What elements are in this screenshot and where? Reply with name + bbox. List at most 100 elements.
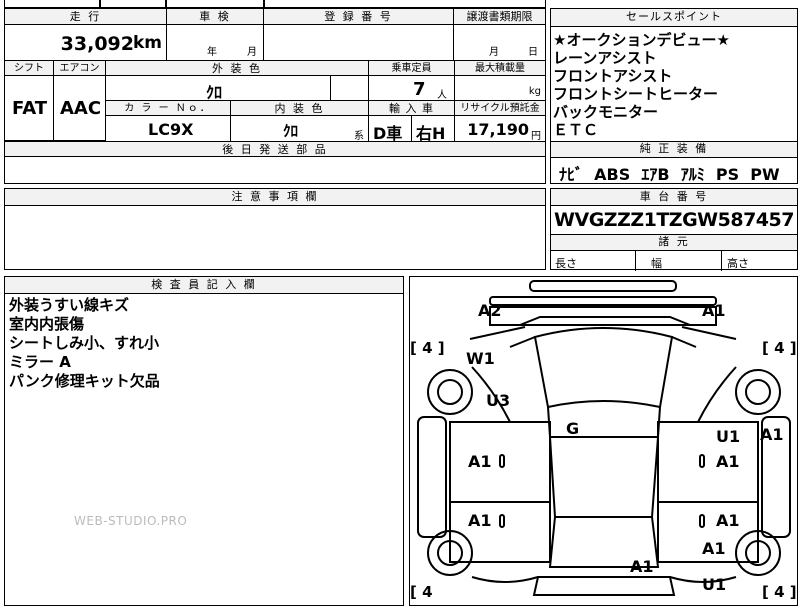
dimensions-row: 長さ 幅 高さ (551, 251, 797, 272)
mark-w1: W1 (466, 349, 495, 368)
mark-a1-left-door-front: A1 (468, 452, 492, 471)
capacity-unit: 人 (437, 90, 447, 101)
mileage-header: 走 行 (4, 8, 167, 25)
roof-shape (549, 436, 659, 518)
recycle-unit: 円 (531, 131, 541, 142)
later-parts-header: 後 日 発 送 部 品 (4, 141, 546, 157)
top-strip-cell (166, 0, 264, 8)
capacity-header: 乗車定員 (368, 60, 455, 76)
sales-point-item: フロントシートヒーター (553, 85, 719, 103)
length-label: 長さ (555, 257, 577, 270)
max-load-cell: kg (454, 75, 546, 101)
dimensions-header: 諸 元 (551, 234, 797, 251)
mark-a1-right-edge: A1 (760, 425, 784, 444)
dim-divider (635, 251, 636, 271)
color-no-header: カ ラ ー Ｎｏ． (105, 100, 231, 116)
max-load-unit: kg (528, 86, 541, 97)
wheel-front-right (745, 379, 771, 405)
left-front-handle (499, 454, 505, 468)
sales-point-item: ＥＴＣ (553, 121, 599, 139)
tire-tread-rear-right: [ 4 ] (762, 583, 797, 601)
tire-tread-rear-left: [ 4 (410, 583, 433, 601)
car-diagram-box: A2 A1 W1 U3 G U1 A1 A1 A1 A1 A1 A1 A1 U1… (409, 276, 798, 606)
tire-front-right (735, 369, 781, 415)
equipment-header: 純 正 装 備 (551, 142, 797, 158)
exterior-color-cell: ｸﾛ (105, 75, 331, 102)
width-label: 幅 (651, 257, 662, 270)
watermark: WEB-STUDIO.PRO (74, 514, 188, 528)
recycle-cell: 17,190 円 (454, 115, 546, 142)
sales-points-box: セールスポイント ★オークションデビュー★ レーンアシスト フロントアシスト フ… (550, 8, 798, 142)
inspector-line: 室内内張傷 (9, 315, 85, 333)
dim-divider (721, 251, 722, 271)
transfer-deadline-header: 譲渡書類期限 (453, 8, 546, 25)
top-strip-cell (264, 0, 546, 8)
transfer-deadline-cell: 月 日 (453, 24, 546, 61)
left-rear-fender (471, 576, 539, 583)
mark-g: G (566, 419, 580, 438)
inspector-line: 外装うすい線キズ (9, 296, 130, 314)
mileage-cell: 33,092 km (4, 24, 167, 61)
inspection-cell: 年 月 (166, 24, 264, 61)
inspector-box: 検 査 員 記 入 欄 外装うすい線キズ 室内内張傷 シートしみ小、すれ小 ミラ… (4, 276, 404, 606)
exterior-color-extra-cell (330, 75, 369, 101)
mark-u3: U3 (486, 391, 511, 410)
mark-u1-right-upper: U1 (716, 427, 741, 446)
wheel-front-left (437, 379, 463, 405)
tire-front-left (427, 369, 473, 415)
equipment-box: 純 正 装 備 ﾅﾋﾞ ABS ｴｱB ｱﾙﾐ PS PW (550, 141, 798, 184)
roof-front-shape (547, 406, 661, 438)
right-front-fender (697, 366, 737, 423)
chassis-number: WVGZZZ1TZGW587457 (554, 209, 794, 231)
notes-box: 注 意 事 項 欄 (4, 188, 546, 270)
left-front-line (509, 336, 536, 348)
left-rear-handle (499, 514, 505, 528)
interior-color-suffix: 系 (354, 131, 364, 142)
mileage-value: 33,092 (60, 33, 134, 55)
exterior-color-header: 外 装 色 (105, 60, 369, 76)
sales-point-item: レーンアシスト (553, 49, 657, 67)
front-grille-shape (489, 296, 717, 306)
shift-value: FAT (12, 98, 48, 119)
sales-points-header: セールスポイント (551, 9, 797, 27)
ac-cell: AAC (53, 75, 106, 141)
max-load-header: 最大積載量 (454, 60, 546, 76)
ac-header: エアコン (53, 60, 106, 76)
right-front-line (671, 336, 697, 348)
registration-header: 登 録 番 号 (263, 8, 454, 25)
sales-point-item: フロントアシスト (553, 67, 673, 85)
height-label: 高さ (727, 257, 749, 270)
tire-tread-front-right: [ 4 ] (762, 339, 797, 357)
inspector-line: ミラー A (9, 353, 71, 371)
right-rear-handle (699, 514, 705, 528)
ac-value: AAC (60, 98, 102, 119)
sales-point-item: バックモニター (553, 103, 659, 121)
top-strip-cell (4, 0, 100, 8)
mark-u1-rear: U1 (702, 575, 727, 594)
left-skirt-shape (417, 416, 447, 538)
mark-a2-front-left: A2 (478, 301, 502, 320)
inspector-lines: 外装うすい線キズ 室内内張傷 シートしみ小、すれ小 ミラー A パンク修理キット… (5, 294, 403, 393)
right-front-door-shape (657, 421, 759, 503)
mark-a1-rear: A1 (630, 557, 654, 576)
top-strip-cell (100, 0, 166, 8)
recycle-value: 17,190 (467, 120, 529, 139)
hood-line (519, 316, 691, 326)
recycle-header: リサイクル預託金 (454, 100, 546, 116)
inspection-month-unit: 月 (247, 47, 257, 58)
right-a-pillar (681, 326, 737, 340)
import-cell-2: 右H (411, 115, 455, 143)
color-no-cell: LC9X (105, 115, 231, 142)
color-no-value: LC9X (148, 120, 194, 139)
capacity-value: 7 (413, 79, 426, 100)
mark-a1-right-door-rear: A1 (716, 511, 740, 530)
transfer-day-unit: 日 (528, 47, 538, 58)
equipment-value: ﾅﾋﾞ ABS ｴｱB ｱﾙﾐ PS PW (559, 165, 780, 184)
interior-color-cell: ｸﾛ 系 (230, 115, 369, 142)
right-front-handle (699, 454, 705, 468)
inspector-line: シートしみ小、すれ小 (9, 334, 160, 352)
inspector-line: パンク修理キット欠品 (9, 372, 160, 390)
inspection-year-unit: 年 (207, 47, 217, 58)
inspector-header: 検 査 員 記 入 欄 (5, 277, 403, 294)
transfer-month-unit: 月 (489, 47, 499, 58)
